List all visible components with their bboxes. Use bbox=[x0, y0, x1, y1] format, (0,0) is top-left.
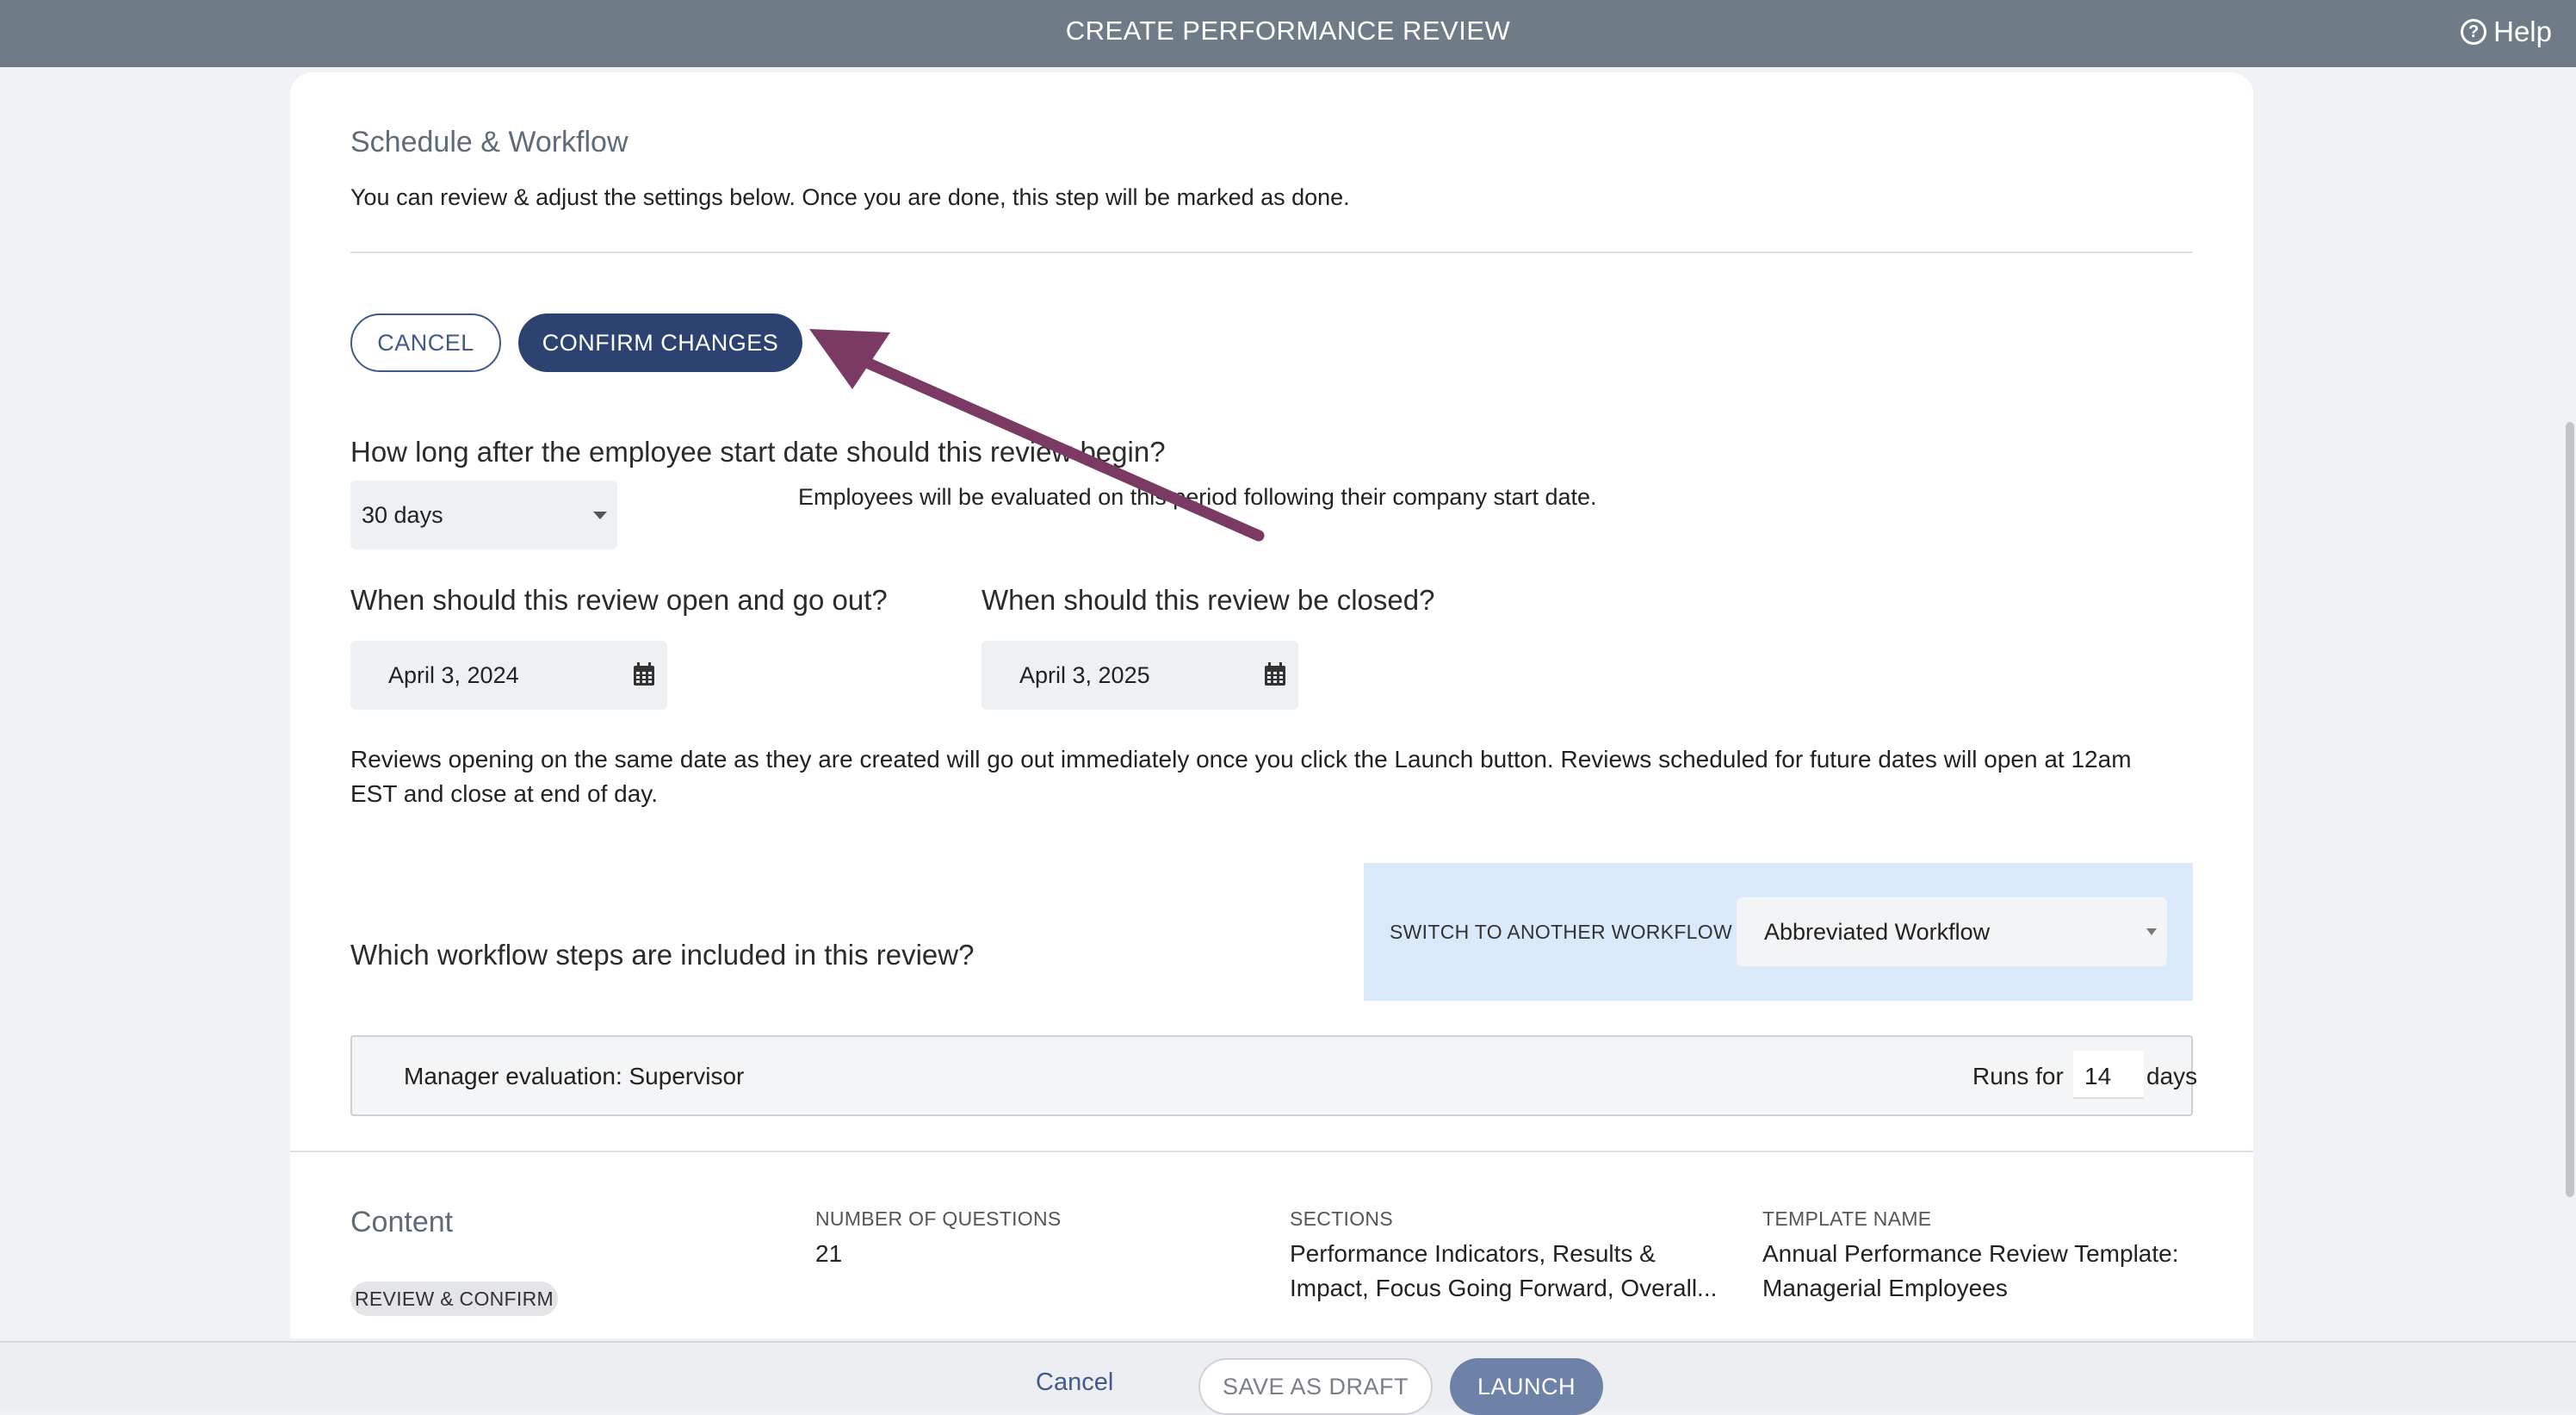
footer-bar: Cancel SAVE AS DRAFT LAUNCH bbox=[0, 1341, 2576, 1415]
footer-cancel-link[interactable]: Cancel bbox=[1036, 1368, 1113, 1397]
launch-button[interactable]: LAUNCH bbox=[1450, 1358, 1603, 1415]
save-draft-button[interactable]: SAVE AS DRAFT bbox=[1198, 1358, 1433, 1415]
annotation-arrow bbox=[809, 329, 1265, 542]
scrollbar[interactable] bbox=[2566, 422, 2574, 1197]
